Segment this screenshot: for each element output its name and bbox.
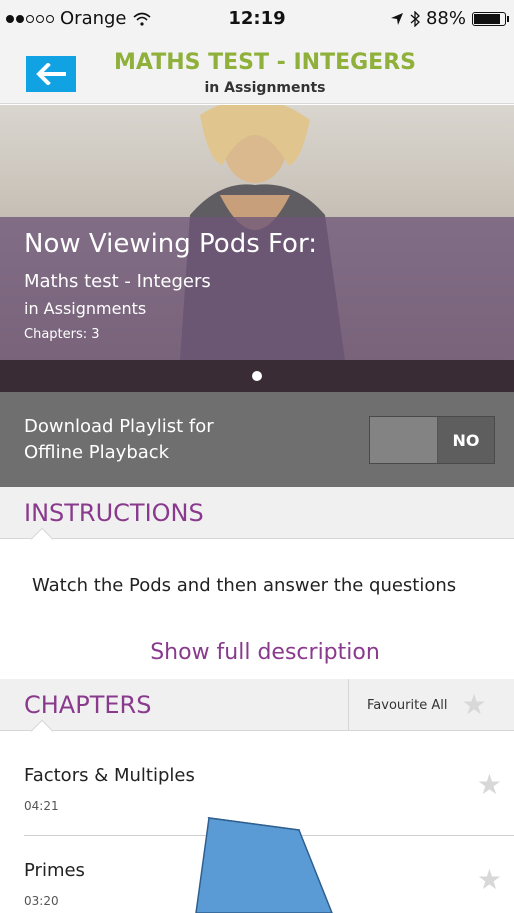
instructions-text: Watch the Pods and then answer the quest…	[32, 575, 457, 596]
favourite-all-label: Favourite All	[367, 697, 448, 713]
chapter-title: Primes	[24, 860, 85, 881]
page-subtitle: in Assignments	[204, 80, 326, 96]
toggle-value: NO	[438, 417, 494, 463]
chapter-title: Factors & Multiples	[24, 765, 195, 786]
page-title: MATHS TEST - INTEGERS	[114, 50, 416, 75]
chapter-duration: 04:21	[24, 799, 59, 813]
location-icon	[390, 12, 403, 25]
download-label-line1: Download Playlist for	[24, 416, 214, 437]
header-notch	[30, 719, 54, 743]
hero-title: Maths test - Integers	[24, 271, 211, 292]
show-full-description-link[interactable]: Show full description	[0, 640, 514, 665]
pager-dot[interactable]	[252, 371, 262, 381]
offline-toggle[interactable]: NO	[369, 416, 495, 464]
instructions-header: INSTRUCTIONS	[0, 487, 514, 551]
hero-heading: Now Viewing Pods For:	[24, 229, 317, 259]
chapters-title: CHAPTERS	[24, 691, 152, 719]
favourite-all-button[interactable]: Favourite All ★	[348, 679, 514, 731]
download-label-line2: Offline Playback	[24, 442, 170, 463]
star-icon: ★	[461, 688, 487, 721]
favourite-star-icon[interactable]: ★	[477, 771, 502, 799]
favourite-star-icon[interactable]: ★	[477, 866, 502, 894]
carousel-pager	[0, 360, 514, 392]
chapter-duration: 03:20	[24, 894, 59, 908]
status-bar: Orange 12:19 88%	[0, 0, 514, 40]
bluetooth-icon	[410, 10, 420, 27]
toggle-knob[interactable]	[370, 417, 438, 463]
battery-icon	[472, 11, 509, 26]
hero-chapters-count: Chapters: 3	[24, 327, 100, 342]
nav-bar: MATHS TEST - INTEGERS in Assignments	[0, 40, 514, 104]
instructions-body: Watch the Pods and then answer the quest…	[0, 540, 514, 678]
hero-banner[interactable]: Now Viewing Pods For: Maths test - Integ…	[0, 105, 514, 360]
hero-subtitle: in Assignments	[24, 299, 147, 318]
chapter-item[interactable]: Factors & Multiples 04:21 ★	[0, 741, 514, 836]
chapters-header: CHAPTERS Favourite All ★	[0, 679, 514, 743]
download-playlist-row: Download Playlist for Offline Playback N…	[0, 392, 514, 487]
instructions-title: INSTRUCTIONS	[24, 499, 204, 527]
battery-percent: 88%	[425, 8, 466, 29]
status-right: 88%	[390, 8, 509, 29]
download-playlist-label: Download Playlist for Offline Playback	[24, 414, 304, 466]
chapter-item[interactable]: Primes 03:20 ★	[0, 836, 514, 913]
